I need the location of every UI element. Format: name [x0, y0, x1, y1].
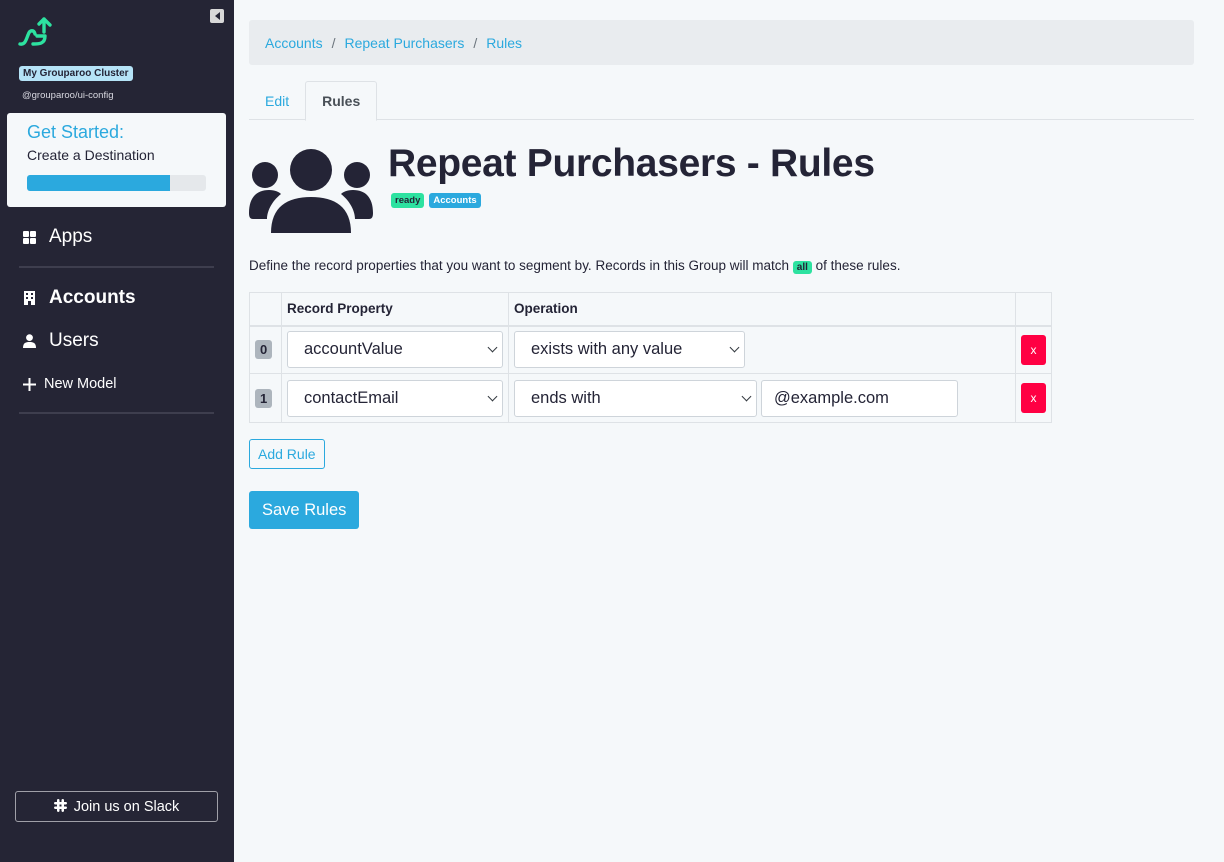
sidebar-divider: [19, 266, 214, 268]
building-icon: [22, 291, 36, 305]
chevron-down-icon: [729, 342, 740, 353]
sidebar-divider: [19, 412, 214, 414]
breadcrumb-separator: /: [331, 34, 336, 51]
cluster-config-label: @grouparoo/ui-config: [22, 90, 114, 101]
header-index: [249, 292, 282, 327]
operation-select[interactable]: ends with: [514, 379, 757, 417]
grid-icon: [22, 230, 36, 244]
collapse-sidebar-button[interactable]: [210, 9, 224, 23]
select-value: exists with any value: [531, 340, 683, 359]
delete-cell: x: [1015, 325, 1052, 374]
sidebar-item-label: Accounts: [49, 287, 136, 308]
tab-rules[interactable]: Rules: [305, 81, 378, 121]
match-value-input[interactable]: @example.com: [761, 379, 958, 417]
record-property-select[interactable]: contactEmail: [287, 379, 503, 417]
chevron-down-icon: [741, 391, 752, 401]
row-index-cell: 1: [249, 373, 282, 423]
row-index-cell: 0: [249, 325, 282, 374]
rule-index-badge: 1: [255, 388, 273, 408]
match-type-badge: all: [792, 261, 812, 274]
join-slack-label: Join us on Slack: [73, 798, 180, 815]
description-text-end: of these rules.: [811, 258, 901, 273]
header-delete: [1015, 292, 1052, 327]
breadcrumb-group[interactable]: Repeat Purchasers: [344, 35, 464, 51]
delete-cell: x: [1015, 373, 1052, 423]
chevron-down-icon: [487, 391, 498, 401]
breadcrumb-separator: /: [473, 34, 478, 51]
sidebar: My Grouparoo Cluster @grouparoo/ui-confi…: [0, 0, 234, 862]
select-value: contactEmail: [304, 388, 399, 407]
add-rule-button[interactable]: Add Rule: [249, 439, 325, 469]
header-badges: ready Accounts: [391, 193, 481, 208]
join-slack-button[interactable]: Join us on Slack: [15, 791, 218, 822]
state-badge: ready: [391, 193, 425, 208]
get-started-title: Get Started:: [27, 122, 125, 142]
table-row: 0 accountValue exists with any value x: [249, 325, 1052, 374]
breadcrumb: Accounts / Repeat Purchasers / Rules: [249, 20, 1194, 65]
tab-bar: Edit Rules: [249, 81, 1194, 121]
page-title: Repeat Purchasers - Rules: [388, 142, 875, 185]
user-icon: [22, 334, 36, 348]
operation-cell: exists with any value: [508, 325, 1016, 374]
operation-cell: ends with @example.com: [508, 373, 1016, 423]
sidebar-item-label: Users: [49, 330, 99, 351]
caret-left-icon: [214, 12, 220, 20]
slack-icon: [53, 798, 67, 815]
header-operation: Operation: [508, 292, 1016, 327]
breadcrumb-rules[interactable]: Rules: [486, 35, 522, 51]
property-cell: contactEmail: [281, 373, 509, 423]
tab-edit[interactable]: Edit: [249, 81, 305, 120]
new-model-label: New Model: [44, 376, 117, 392]
chevron-down-icon: [487, 342, 498, 353]
plus-icon: [22, 377, 36, 391]
sidebar-item-apps[interactable]: Apps: [22, 226, 92, 248]
table-header-row: Record Property Operation: [249, 292, 1052, 327]
rules-description: Define the record properties that you wa…: [249, 258, 901, 274]
get-started-progress-fill: [27, 175, 171, 191]
header-record-property: Record Property: [281, 292, 509, 327]
new-model-button[interactable]: New Model: [22, 376, 117, 392]
delete-rule-button[interactable]: x: [1021, 383, 1046, 413]
get-started-card[interactable]: Get Started: Create a Destination: [7, 113, 226, 207]
rule-index-badge: 0: [255, 340, 273, 360]
select-value: ends with: [531, 388, 601, 407]
get-started-step: Create a Destination: [27, 147, 155, 163]
operation-select[interactable]: exists with any value: [514, 331, 745, 369]
model-badge: Accounts: [429, 193, 481, 208]
grouparoo-logo-icon: [18, 17, 52, 46]
sidebar-item-users[interactable]: Users: [22, 330, 99, 352]
breadcrumb-accounts[interactable]: Accounts: [265, 35, 323, 51]
select-value: accountValue: [304, 340, 403, 359]
record-property-select[interactable]: accountValue: [287, 331, 503, 369]
sidebar-item-accounts[interactable]: Accounts: [22, 287, 136, 309]
table-row: 1 contactEmail ends with @example.com x: [249, 373, 1052, 423]
cluster-name-badge: My Grouparoo Cluster: [19, 66, 133, 81]
users-group-icon: [249, 149, 373, 233]
sidebar-item-label: Apps: [49, 226, 93, 247]
description-text: Define the record properties that you wa…: [249, 258, 793, 273]
rules-table: Record Property Operation 0 accountValue…: [249, 292, 1052, 423]
save-rules-button[interactable]: Save Rules: [249, 491, 360, 529]
get-started-progress-bar: [27, 175, 206, 191]
delete-rule-button[interactable]: x: [1021, 334, 1046, 365]
property-cell: accountValue: [281, 325, 509, 374]
